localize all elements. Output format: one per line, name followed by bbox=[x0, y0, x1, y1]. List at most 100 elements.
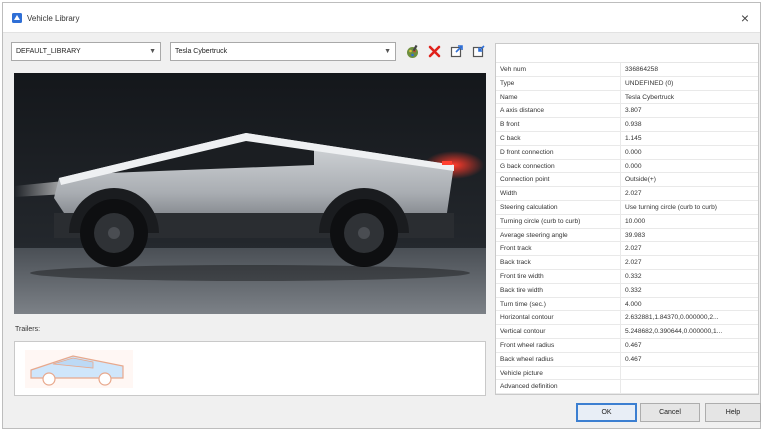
column-divider bbox=[620, 228, 621, 242]
vehicle-photo bbox=[14, 73, 486, 314]
property-value[interactable]: 1.145 bbox=[625, 135, 757, 142]
vehicle-picture bbox=[14, 73, 486, 314]
property-value[interactable]: 0.000 bbox=[625, 149, 757, 156]
export-vehicle-button[interactable] bbox=[447, 41, 466, 61]
property-value[interactable]: 0.332 bbox=[625, 287, 757, 294]
property-name: G back connection bbox=[500, 162, 555, 170]
paint-icon bbox=[407, 44, 418, 58]
property-row[interactable]: Turn time (sec.) 4.000 bbox=[496, 297, 758, 312]
vehicle-outline-icon[interactable] bbox=[23, 348, 135, 390]
property-value[interactable]: 2.027 bbox=[625, 259, 757, 266]
import-icon bbox=[472, 45, 485, 58]
vehicle-select[interactable]: Tesla Cybertruck ▼ bbox=[170, 42, 396, 61]
property-value[interactable]: Use turning circle (curb to curb) bbox=[625, 204, 757, 211]
property-value[interactable]: 10.000 bbox=[625, 218, 757, 225]
property-row[interactable]: Connection point Outside(+) bbox=[496, 173, 758, 188]
property-row[interactable]: Back track 2.027 bbox=[496, 256, 758, 270]
delete-icon bbox=[428, 45, 441, 57]
property-row[interactable]: Back wheel radius 0.467 bbox=[496, 352, 758, 367]
property-row[interactable]: Horizontal contour 2.632881,1.84370,0.000… bbox=[496, 311, 758, 326]
app-icon bbox=[12, 13, 22, 23]
column-divider bbox=[620, 118, 621, 131]
property-row[interactable]: Average steering angle 39.983 bbox=[496, 228, 758, 243]
property-row[interactable]: Front tire width 0.332 bbox=[496, 269, 758, 284]
property-row[interactable]: Advanced definition bbox=[496, 380, 758, 394]
property-value[interactable]: 0.467 bbox=[625, 342, 757, 349]
edit-vehicle-button[interactable] bbox=[403, 41, 422, 61]
property-name: Turning circle (curb to curb) bbox=[500, 217, 581, 225]
properties-header bbox=[496, 44, 758, 63]
property-row[interactable]: Back tire width 0.332 bbox=[496, 283, 758, 298]
column-divider bbox=[620, 90, 621, 104]
property-name: Vehicle picture bbox=[500, 369, 543, 377]
properties-grid: Veh num 336864258 Type UNDEFINED (0) Name Tes… bbox=[495, 43, 759, 395]
property-name: Horizontal contour bbox=[500, 314, 554, 322]
property-row[interactable]: Type UNDEFINED (0) bbox=[496, 76, 758, 91]
property-name: Average steering angle bbox=[500, 231, 568, 239]
property-row[interactable]: Front track 2.027 bbox=[496, 242, 758, 257]
import-vehicle-button[interactable] bbox=[469, 41, 488, 61]
column-divider bbox=[620, 242, 621, 256]
property-name: Front tire width bbox=[500, 272, 544, 280]
property-name: C back bbox=[500, 134, 521, 142]
column-divider bbox=[620, 145, 621, 159]
property-value[interactable]: 39.983 bbox=[625, 232, 757, 239]
property-value[interactable]: 0.000 bbox=[625, 163, 757, 170]
property-row[interactable]: Vertical contour 5.248682,0.390644,0.0000… bbox=[496, 325, 758, 339]
window-title: Vehicle Library bbox=[27, 14, 80, 23]
property-value[interactable]: Tesla Cybertruck bbox=[625, 94, 757, 101]
column-divider bbox=[620, 380, 621, 394]
delete-vehicle-button[interactable] bbox=[425, 41, 444, 61]
export-icon bbox=[450, 45, 463, 58]
property-value[interactable]: 2.027 bbox=[625, 190, 757, 197]
property-row[interactable]: G back connection 0.000 bbox=[496, 159, 758, 174]
property-value[interactable]: 336864258 bbox=[625, 66, 757, 73]
property-name: Steering calculation bbox=[500, 203, 558, 211]
ok-button[interactable]: OK bbox=[576, 403, 637, 422]
vehicle-select-value: Tesla Cybertruck bbox=[175, 48, 228, 55]
property-value[interactable]: 0.938 bbox=[625, 121, 757, 128]
vehicle-library-dialog: Vehicle Library × DEFAULT_LIBRARY ▼ Tesl… bbox=[2, 2, 761, 429]
column-divider bbox=[620, 269, 621, 283]
property-row[interactable]: C back 1.145 bbox=[496, 131, 758, 146]
property-name: Back tire width bbox=[500, 286, 543, 294]
property-name: Veh num bbox=[500, 66, 527, 73]
property-value[interactable]: 5.248682,0.390644,0.000000,1... bbox=[625, 328, 757, 335]
property-value[interactable]: 0.332 bbox=[625, 273, 757, 280]
column-divider bbox=[620, 131, 621, 145]
trailers-list[interactable] bbox=[14, 341, 486, 396]
property-value[interactable]: 0.467 bbox=[625, 356, 757, 363]
property-name: Back wheel radius bbox=[500, 355, 554, 363]
property-row[interactable]: Width 2.027 bbox=[496, 187, 758, 201]
property-row[interactable]: Steering calculation Use turning circle (… bbox=[496, 200, 758, 215]
chevron-down-icon: ▼ bbox=[149, 48, 156, 55]
column-divider bbox=[620, 338, 621, 352]
property-name: B front bbox=[500, 121, 520, 129]
property-value[interactable]: 3.807 bbox=[625, 107, 757, 114]
column-divider bbox=[620, 104, 621, 118]
property-name: A axis distance bbox=[500, 107, 544, 115]
properties-body: Veh num 336864258 Type UNDEFINED (0) Name Tes… bbox=[496, 63, 758, 394]
property-row[interactable]: Veh num 336864258 bbox=[496, 63, 758, 77]
property-row[interactable]: Vehicle picture bbox=[496, 366, 758, 381]
close-icon[interactable]: × bbox=[736, 9, 754, 27]
library-select[interactable]: DEFAULT_LIBRARY ▼ bbox=[11, 42, 161, 61]
property-row[interactable]: D front connection 0.000 bbox=[496, 145, 758, 160]
column-divider bbox=[620, 173, 621, 187]
property-row[interactable]: Front wheel radius 0.467 bbox=[496, 338, 758, 353]
property-value[interactable]: 4.000 bbox=[625, 301, 757, 308]
property-value[interactable]: 2.632881,1.84370,0.000000,2... bbox=[625, 314, 757, 321]
column-divider bbox=[620, 297, 621, 311]
column-divider bbox=[620, 187, 621, 200]
property-row[interactable]: B front 0.938 bbox=[496, 118, 758, 132]
property-value[interactable]: 2.027 bbox=[625, 245, 757, 252]
property-value[interactable]: Outside(+) bbox=[625, 176, 757, 183]
column-divider bbox=[620, 63, 621, 76]
cancel-button[interactable]: Cancel bbox=[640, 403, 700, 422]
help-button[interactable]: Help bbox=[705, 403, 761, 422]
property-name: D front connection bbox=[500, 148, 554, 156]
property-row[interactable]: Turning circle (curb to curb) 10.000 bbox=[496, 214, 758, 229]
property-row[interactable]: A axis distance 3.807 bbox=[496, 104, 758, 119]
property-value[interactable]: UNDEFINED (0) bbox=[625, 80, 757, 87]
property-row[interactable]: Name Tesla Cybertruck bbox=[496, 90, 758, 105]
